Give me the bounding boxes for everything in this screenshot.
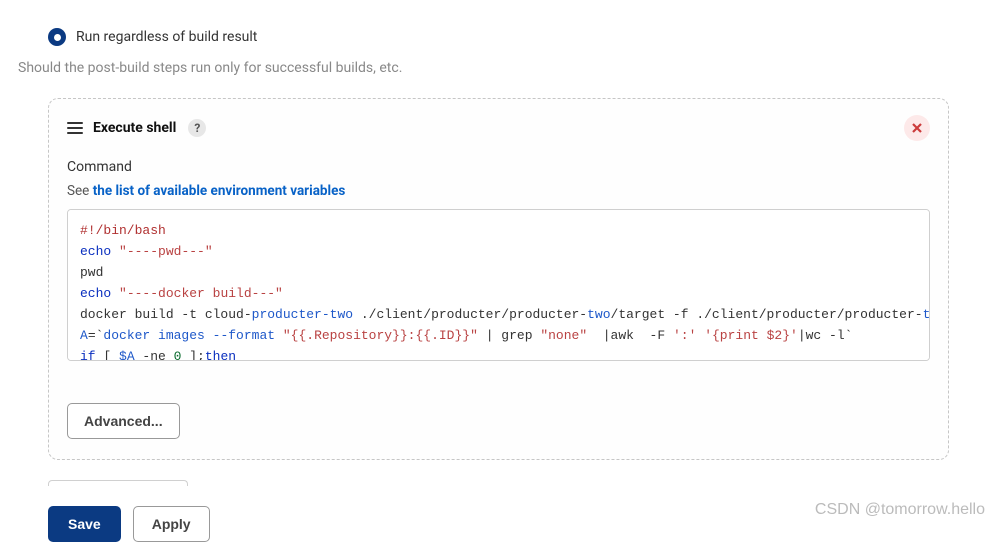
- code-var: docker images --format: [103, 328, 282, 343]
- code-var: A: [80, 328, 88, 343]
- build-step-card: Execute shell ? Command See the list of …: [48, 98, 949, 460]
- code-text: docker build -t cloud-: [80, 307, 252, 322]
- code-text: ./client/producter/producter-: [353, 307, 587, 322]
- code-var: producter-two: [252, 307, 353, 322]
- code-str: ':': [673, 328, 696, 343]
- command-textarea[interactable]: #!/bin/bash echo "----pwd---" pwd echo "…: [67, 209, 930, 361]
- code-var: two: [587, 307, 610, 322]
- code-text: -ne: [135, 349, 174, 361]
- code-kw: if: [80, 349, 96, 361]
- code-text: |wc -l`: [798, 328, 853, 343]
- code-var: two: [923, 307, 930, 322]
- help-icon[interactable]: ?: [188, 119, 206, 137]
- code-cmd: pwd: [80, 265, 103, 280]
- code-str: "{{.Repository}}:{{.ID}}": [283, 328, 478, 343]
- drag-handle-icon[interactable]: [67, 122, 83, 134]
- code-text: [: [96, 349, 119, 361]
- radio-icon: [48, 28, 66, 46]
- code-text: |awk -F: [587, 328, 673, 343]
- code-str: "----pwd---": [119, 244, 213, 259]
- command-label: Command: [67, 159, 930, 175]
- see-prefix: See: [67, 183, 93, 199]
- bottom-bar: Save Apply: [48, 506, 979, 542]
- collapsed-section: [48, 480, 188, 486]
- see-line: See the list of available environment va…: [67, 183, 930, 199]
- code-text: | grep: [478, 328, 540, 343]
- code-text: ];: [181, 349, 204, 361]
- code-kw: echo: [80, 244, 111, 259]
- code-kw: echo: [80, 286, 111, 301]
- advanced-button[interactable]: Advanced...: [67, 403, 180, 439]
- radio-run-regardless[interactable]: Run regardless of build result: [48, 28, 979, 46]
- step-header: Execute shell ?: [67, 115, 930, 141]
- step-title: Execute shell: [93, 120, 176, 136]
- env-vars-link[interactable]: the list of available environment variab…: [93, 183, 346, 199]
- delete-step-button[interactable]: [904, 115, 930, 141]
- code-str: "none": [540, 328, 587, 343]
- help-text: Should the post-build steps run only for…: [18, 60, 979, 76]
- radio-label: Run regardless of build result: [76, 29, 257, 45]
- save-button[interactable]: Save: [48, 506, 121, 542]
- code-text: =`: [88, 328, 104, 343]
- code-str: "----docker build---": [119, 286, 283, 301]
- apply-button[interactable]: Apply: [133, 506, 210, 542]
- code-var: $A: [119, 349, 135, 361]
- code-kw: then: [205, 349, 236, 361]
- close-icon: [912, 123, 922, 133]
- code-text: /target -f ./client/producter/producter-: [611, 307, 923, 322]
- code-shebang: #!/bin/bash: [80, 223, 166, 238]
- code-str: '{print $2}': [704, 328, 798, 343]
